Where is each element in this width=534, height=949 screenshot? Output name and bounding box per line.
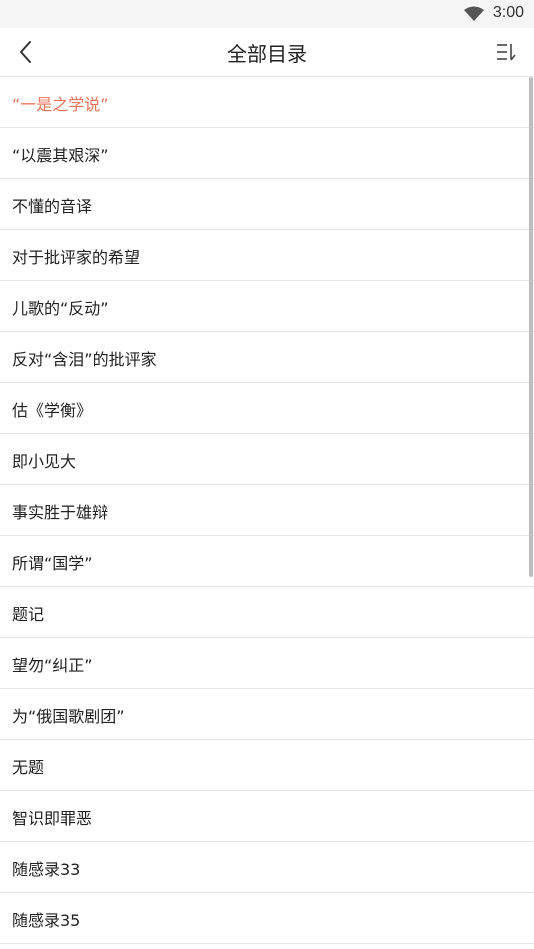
chapter-item[interactable]: 望勿“纠正” [0,638,534,689]
sort-icon [497,44,516,61]
chapter-label: 反对“含泪”的批评家 [12,350,157,369]
chapter-item[interactable]: 事实胜于雄辩 [0,485,534,536]
chapter-item[interactable]: 估《学衡》 [0,383,534,434]
chapter-label: 不懂的音译 [12,197,93,216]
page-title: 全部目录 [227,42,307,66]
wifi-icon [464,6,484,21]
chapter-item[interactable]: 题记 [0,587,534,638]
chapter-item[interactable]: 随感录33 [0,842,534,893]
chapter-label: 即小见大 [12,452,77,471]
scrollbar[interactable] [529,77,533,577]
chapter-label: 智识即罪恶 [12,809,93,828]
chapter-label: 题记 [12,605,45,624]
chapter-item[interactable]: 对于批评家的希望 [0,230,534,281]
chapter-item[interactable]: 所谓“国学” [0,536,534,587]
chapter-label: 儿歌的“反动” [12,299,109,318]
chapter-item[interactable]: 即小见大 [0,434,534,485]
chapter-item[interactable]: 不懂的音译 [0,179,534,230]
chapter-item[interactable]: 儿歌的“反动” [0,281,534,332]
chapter-label: 所谓“国学” [12,554,93,573]
status-time: 3:00 [492,4,524,21]
chapter-item[interactable]: 智识即罪恶 [0,791,534,842]
chapter-item[interactable]: 为“俄国歌剧团” [0,689,534,740]
chapter-item[interactable]: 反对“含泪”的批评家 [0,332,534,383]
chapter-label: “一是之学说” [12,95,109,114]
chapter-item[interactable]: 随感录35 [0,893,534,944]
chapter-label: 事实胜于雄辩 [12,503,109,522]
chapter-label: 随感录35 [12,911,81,930]
chapter-item[interactable]: “以震其艰深” [0,128,534,179]
status-bar: 3:00 [0,0,534,28]
chapter-label: “以震其艰深” [12,146,109,165]
chapter-list: “一是之学说” “以震其艰深” 不懂的音译对于批评家的希望 儿歌的“反动” 反对“含泪”… [0,77,534,944]
chapter-label: 随感录33 [12,860,81,879]
chapter-label: 为“俄国歌剧团” [12,707,125,726]
app-bar: 全部目录 [0,28,534,77]
sort-button[interactable] [492,38,520,66]
chapter-item[interactable]: 无题 [0,740,534,791]
chapter-label: 估《学衡》 [12,401,93,420]
chapter-label: 无题 [12,758,45,777]
chapter-label: 对于批评家的希望 [12,248,141,267]
chapter-item[interactable]: “一是之学说” [0,77,534,128]
chapter-label: 望勿“纠正” [12,656,93,675]
